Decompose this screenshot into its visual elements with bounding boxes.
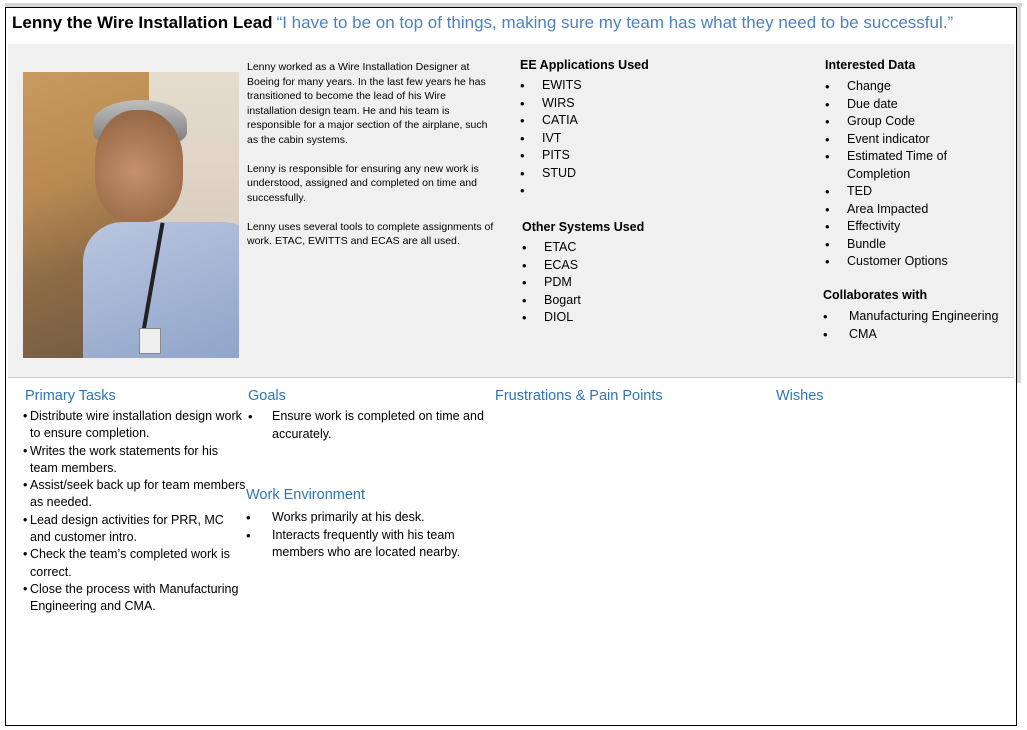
frustrations-title: Frustrations & Pain Points <box>495 388 663 404</box>
list-item: CATIA <box>520 112 800 130</box>
goals-list: Ensure work is completed on time and acc… <box>248 408 488 443</box>
list-item: Area Impacted <box>825 201 1005 219</box>
list-item: ETAC <box>522 239 802 257</box>
wishes-section: Wishes <box>776 388 996 404</box>
other-systems-section: Other Systems Used ETAC ECAS PDM Bogart … <box>522 220 802 327</box>
list-item: Check the team’s completed work is corre… <box>23 546 247 581</box>
goals-section: Goals Ensure work is completed on time a… <box>248 388 488 443</box>
list-item: Effectivity <box>825 218 1005 236</box>
list-item: Bundle <box>825 236 1005 254</box>
persona-quote: “I have to be on top of things, making s… <box>276 13 954 32</box>
interested-data-list: Change Due date Group Code Event indicat… <box>825 78 1005 271</box>
list-item: ECAS <box>522 257 802 275</box>
frustrations-section: Frustrations & Pain Points <box>495 388 755 404</box>
list-item: Lead design activities for PRR, MC and c… <box>23 512 247 547</box>
list-item: PDM <box>522 274 802 292</box>
interested-data-section: Interested Data Change Due date Group Co… <box>825 58 1005 271</box>
bio-paragraph: Lenny uses several tools to complete ass… <box>247 220 494 248</box>
primary-tasks-section: Primary Tasks Distribute wire installati… <box>23 388 247 616</box>
list-item: EWITS <box>520 77 800 95</box>
list-item: Distribute wire installation design work… <box>23 408 247 443</box>
list-item: Works primarily at his desk. <box>246 509 486 527</box>
list-item: TED <box>825 183 1005 201</box>
list-item: WIRS <box>520 95 800 113</box>
list-item <box>520 182 800 200</box>
list-item: Ensure work is completed on time and acc… <box>248 408 488 443</box>
list-item: Assist/seek back up for team members as … <box>23 477 247 512</box>
collaborates-section: Collaborates with Manufacturing Engineer… <box>823 288 1003 343</box>
list-item: Interacts frequently with his team membe… <box>246 527 486 562</box>
list-item: Change <box>825 78 1005 96</box>
persona-name: Lenny the Wire Installation Lead <box>12 13 273 32</box>
interested-data-title: Interested Data <box>825 58 916 72</box>
list-item: Manufacturing Engineering <box>823 308 1003 326</box>
ee-applications-list: EWITS WIRS CATIA IVT PITS STUD <box>520 77 800 200</box>
list-item: Bogart <box>522 292 802 310</box>
goals-title: Goals <box>248 388 286 404</box>
persona-bio: Lenny worked as a Wire Installation Desi… <box>247 60 497 263</box>
other-systems-list: ETAC ECAS PDM Bogart DIOL <box>522 239 802 327</box>
list-item: DIOL <box>522 309 802 327</box>
list-item: Due date <box>825 96 1005 114</box>
collaborates-list: Manufacturing Engineering CMA <box>823 308 1003 343</box>
list-item: STUD <box>520 165 800 183</box>
collaborates-title: Collaborates with <box>823 288 928 302</box>
bio-paragraph: Lenny is responsible for ensuring any ne… <box>247 162 479 204</box>
persona-photo <box>23 72 239 358</box>
primary-tasks-list: Distribute wire installation design work… <box>23 408 247 616</box>
list-item: CMA <box>823 326 1003 344</box>
list-item: Customer Options <box>825 253 1005 271</box>
work-environment-section: Work Environment Works primarily at his … <box>246 487 486 562</box>
list-item: Group Code <box>825 113 1005 131</box>
persona-header: Lenny the Wire Installation Lead “I have … <box>12 13 1012 43</box>
other-systems-title: Other Systems Used <box>522 220 645 234</box>
list-item: Writes the work statements for his team … <box>23 443 247 478</box>
wishes-title: Wishes <box>776 388 824 404</box>
list-item: IVT <box>520 130 800 148</box>
list-item: Event indicator <box>825 131 1005 149</box>
work-environment-title: Work Environment <box>246 487 365 503</box>
ee-applications-title: EE Applications Used <box>520 58 649 72</box>
list-item: Close the process with Manufacturing Eng… <box>23 581 247 616</box>
work-environment-list: Works primarily at his desk. Interacts f… <box>246 509 486 562</box>
primary-tasks-title: Primary Tasks <box>25 388 116 404</box>
list-item: Estimated Time of Completion <box>825 148 1005 183</box>
list-item: PITS <box>520 147 800 165</box>
bio-paragraph: Lenny worked as a Wire Installation Desi… <box>247 61 488 146</box>
ee-applications-section: EE Applications Used EWITS WIRS CATIA IV… <box>520 58 800 200</box>
